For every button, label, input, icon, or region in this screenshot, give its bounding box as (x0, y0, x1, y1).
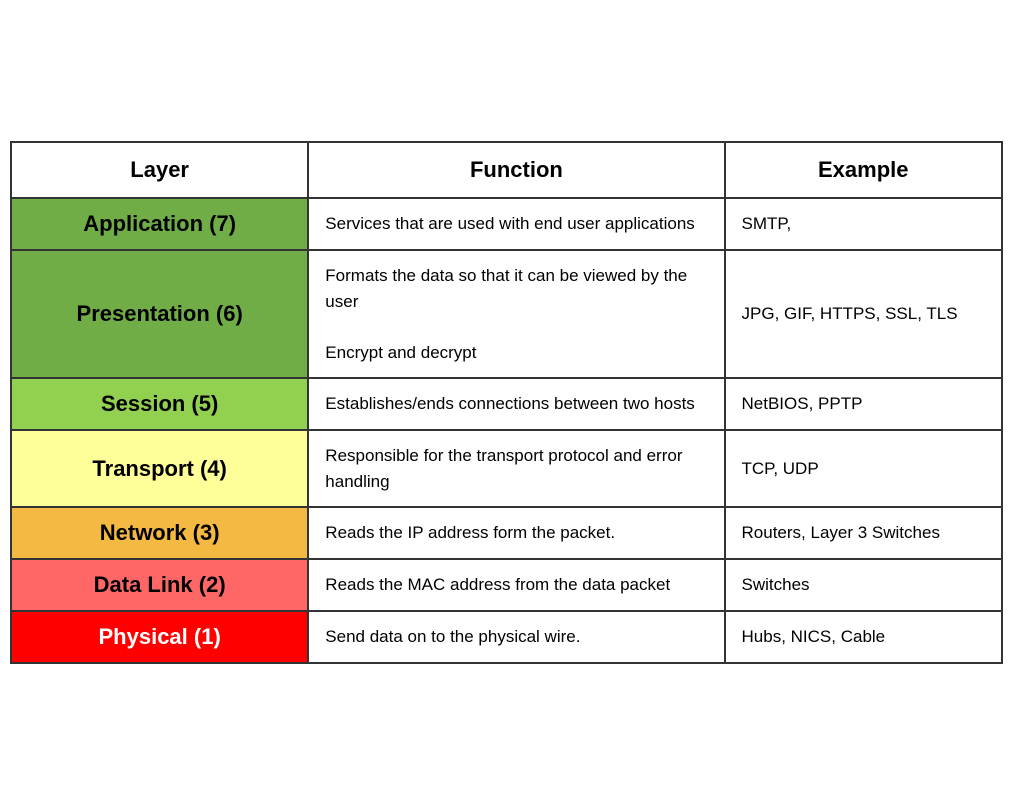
header-example: Example (725, 142, 1002, 198)
layer-cell-transport: Transport (4) (11, 430, 308, 507)
table-row-network: Network (3)Reads the IP address form the… (11, 507, 1002, 559)
function-cell-presentation: Formats the data so that it can be viewe… (308, 250, 724, 378)
table-row-transport: Transport (4)Responsible for the transpo… (11, 430, 1002, 507)
function-cell-application: Services that are used with end user app… (308, 198, 724, 250)
example-cell-transport: TCP, UDP (725, 430, 1002, 507)
table-row-physical: Physical (1)Send data on to the physical… (11, 611, 1002, 663)
example-cell-session: NetBIOS, PPTP (725, 378, 1002, 430)
layer-cell-application: Application (7) (11, 198, 308, 250)
layer-cell-session: Session (5) (11, 378, 308, 430)
function-cell-network: Reads the IP address form the packet. (308, 507, 724, 559)
function-cell-datalink: Reads the MAC address from the data pack… (308, 559, 724, 611)
function-cell-session: Establishes/ends connections between two… (308, 378, 724, 430)
layer-cell-network: Network (3) (11, 507, 308, 559)
function-cell-transport: Responsible for the transport protocol a… (308, 430, 724, 507)
example-cell-application: SMTP, (725, 198, 1002, 250)
layer-cell-presentation: Presentation (6) (11, 250, 308, 378)
function-cell-physical: Send data on to the physical wire. (308, 611, 724, 663)
table-row-presentation: Presentation (6)Formats the data so that… (11, 250, 1002, 378)
example-cell-physical: Hubs, NICS, Cable (725, 611, 1002, 663)
layer-cell-physical: Physical (1) (11, 611, 308, 663)
table-row-datalink: Data Link (2)Reads the MAC address from … (11, 559, 1002, 611)
example-cell-datalink: Switches (725, 559, 1002, 611)
layer-cell-datalink: Data Link (2) (11, 559, 308, 611)
table-header-row: Layer Function Example (11, 142, 1002, 198)
example-cell-network: Routers, Layer 3 Switches (725, 507, 1002, 559)
osi-model-table: Layer Function Example Application (7)Se… (10, 141, 1003, 664)
header-function: Function (308, 142, 724, 198)
table-row-session: Session (5)Establishes/ends connections … (11, 378, 1002, 430)
table-row-application: Application (7)Services that are used wi… (11, 198, 1002, 250)
example-cell-presentation: JPG, GIF, HTTPS, SSL, TLS (725, 250, 1002, 378)
header-layer: Layer (11, 142, 308, 198)
